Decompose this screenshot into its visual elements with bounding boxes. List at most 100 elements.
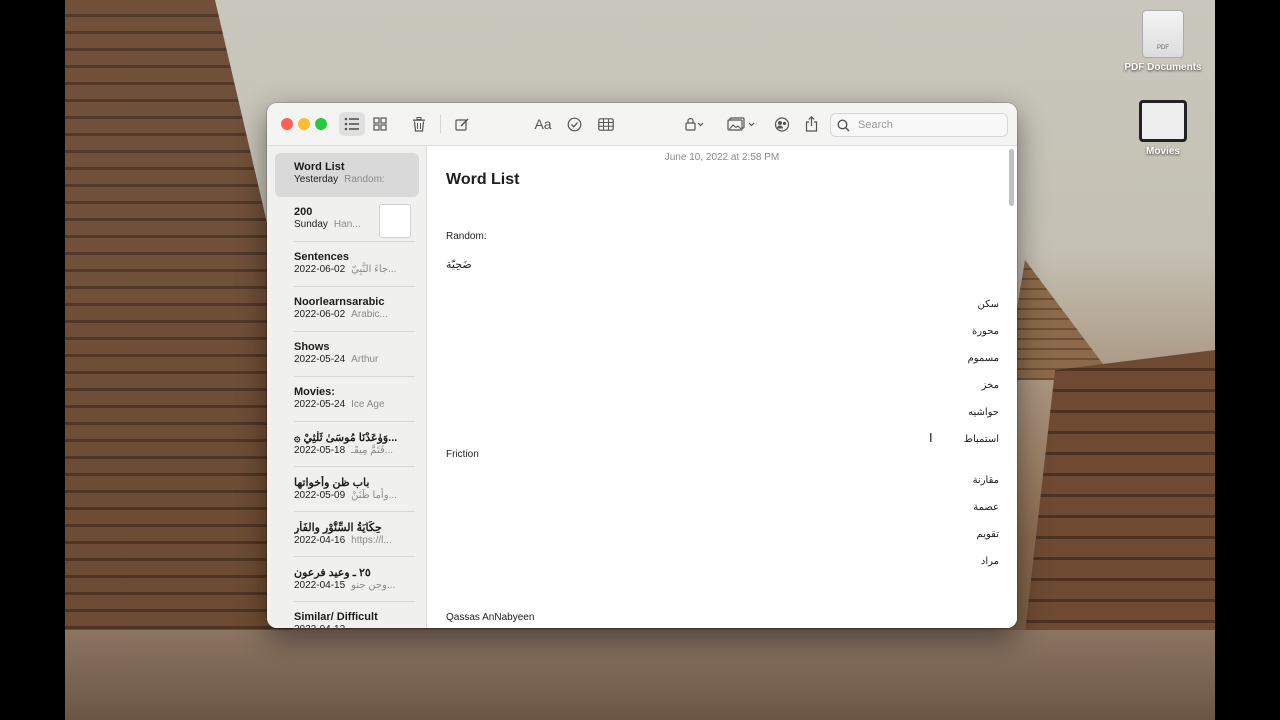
note-title: Movies:	[294, 386, 335, 398]
media-button[interactable]	[725, 112, 759, 136]
note-list-item[interactable]: ٢٥ ـ وعيد فرعون 2022-04-15 وجن جنو...	[275, 558, 419, 602]
note-preview: Han...	[333, 219, 361, 230]
close-button[interactable]	[281, 118, 293, 130]
desktop-icon-label: PDF Documents	[1124, 62, 1202, 73]
note-divider	[294, 331, 415, 332]
letterbox-left	[0, 0, 65, 720]
gallery-view-button[interactable]	[367, 112, 393, 136]
new-note-button[interactable]	[449, 112, 475, 136]
desktop-icon-pdf-documents[interactable]: PDF Documents	[1118, 10, 1208, 73]
note-preview: Random:	[344, 174, 385, 185]
note-list-item[interactable]: Noorlearnsarabic 2022-06-02 Arabic...	[275, 288, 419, 332]
toolbar: Aa	[267, 103, 1017, 146]
list-view-icon	[344, 117, 359, 131]
note-title: Sentences	[294, 251, 350, 263]
note-divider	[294, 286, 415, 287]
note-title: Similar/ Difficult	[294, 611, 378, 623]
note-title: ۞ وَوٰعَدْنَا مُوسَىٰ ثَلٰثِيْ...	[294, 432, 398, 444]
desktop-icon-movies[interactable]: Movies	[1118, 100, 1208, 157]
note-line: مراد	[980, 556, 999, 567]
media-icon	[727, 117, 755, 131]
note-line: عصمة	[973, 502, 999, 513]
table-button[interactable]	[593, 112, 619, 136]
notes-list: Word List Yesterday Random: 200 Sunday Han…	[267, 146, 427, 628]
note-title: Word List	[294, 161, 345, 173]
desktop-icon-label: Movies	[1146, 146, 1180, 157]
note-preview: فَتَمَّ مِيقَـ...	[351, 445, 394, 456]
note-list-item[interactable]: ۞ وَوٰعَدْنَا مُوسَىٰ ثَلٰثِيْ... 2022-0…	[275, 423, 419, 467]
note-meta: Yesterday Random:	[294, 174, 419, 185]
note-list-item[interactable]: باب ظن وأخواتها 2022-05-09 وأما ظَنَنْ...	[275, 468, 419, 512]
note-meta: 2022-04-12	[294, 624, 419, 628]
pdf-folder-icon	[1142, 10, 1184, 58]
note-divider	[294, 421, 415, 422]
editor-scrollbar[interactable]	[1009, 149, 1014, 206]
note-line: استمباط	[963, 434, 999, 445]
note-date: 2022-06-02	[294, 309, 346, 320]
note-date: 2022-06-02	[294, 264, 346, 275]
note-title: Shows	[294, 341, 330, 353]
search-icon	[837, 118, 850, 132]
note-divider	[294, 241, 415, 242]
note-list-item[interactable]: Similar/ Difficult 2022-04-12	[275, 603, 419, 628]
note-date: 2022-04-12	[294, 624, 345, 628]
toolbar-separator	[440, 115, 441, 133]
checklist-icon	[567, 117, 581, 131]
lock-icon	[685, 117, 704, 131]
note-preview: https://l...	[351, 535, 392, 546]
search-input[interactable]	[856, 118, 1000, 132]
note-preview: وأما ظَنَنْ...	[351, 490, 397, 501]
note-line: حواشيه	[968, 407, 999, 418]
note-list-item[interactable]: حِكَايَةُ السِّنُّوْرِ والفَأْرِ 2022-04…	[275, 513, 419, 557]
note-divider	[294, 556, 415, 557]
note-preview: Arthur	[351, 354, 379, 365]
wallpaper-ground	[65, 630, 1215, 720]
collaborate-button[interactable]	[769, 112, 795, 136]
compose-icon	[454, 117, 469, 131]
wallpaper-pyramid-right	[1005, 260, 1115, 380]
gallery-view-icon	[373, 117, 387, 131]
format-icon: Aa	[534, 116, 552, 132]
minimize-button[interactable]	[298, 118, 310, 130]
delete-button[interactable]	[406, 112, 432, 136]
list-view-button[interactable]	[339, 112, 365, 136]
note-meta: 2022-05-24 Arthur	[294, 354, 419, 365]
search-field[interactable]	[830, 113, 1008, 137]
note-timestamp: June 10, 2022 at 2:58 PM	[664, 152, 780, 163]
note-title: باب ظن وأخواتها	[294, 477, 370, 489]
note-line: Friction	[446, 449, 479, 460]
text-cursor-icon: I	[929, 430, 933, 445]
note-divider	[294, 511, 415, 512]
note-title: Noorlearnsarabic	[294, 296, 385, 308]
share-button[interactable]	[798, 112, 824, 136]
note-meta: 2022-05-18 فَتَمَّ مِيقَـ...	[294, 445, 419, 456]
note-date: 2022-05-09	[294, 490, 346, 501]
note-list-item[interactable]: Sentences 2022-06-02 جاءَ النَّبِيّ...	[275, 243, 419, 287]
note-meta: 2022-04-16 https://l...	[294, 535, 419, 546]
note-line: محورة	[971, 326, 999, 337]
note-preview: جاءَ النَّبِيّ...	[351, 264, 397, 275]
note-line: Random:	[446, 231, 487, 242]
movies-folder-icon	[1139, 100, 1187, 142]
note-meta: 2022-04-15 وجن جنو...	[294, 580, 419, 591]
note-line: مخز	[981, 380, 999, 391]
format-button[interactable]: Aa	[530, 112, 556, 136]
note-list-item[interactable]: Movies: 2022-05-24 Ice Age	[275, 378, 419, 422]
note-meta: 2022-05-09 وأما ظَنَنْ...	[294, 490, 419, 501]
zoom-button[interactable]	[315, 118, 327, 130]
checklist-button[interactable]	[561, 112, 587, 136]
note-line: مقارنة	[972, 475, 999, 486]
note-title: ٢٥ ـ وعيد فرعون	[294, 567, 371, 579]
note-divider	[294, 466, 415, 467]
note-editor[interactable]: June 10, 2022 at 2:58 PM Word List Rando…	[427, 146, 1017, 628]
note-preview: وجن جنو...	[351, 580, 396, 591]
note-date: 2022-04-15	[294, 580, 346, 591]
note-divider	[294, 601, 415, 602]
note-date: Yesterday	[294, 174, 339, 185]
note-line: مسموم	[967, 353, 999, 364]
note-heading: Word List	[446, 171, 520, 188]
lock-button[interactable]	[680, 112, 710, 136]
note-list-item[interactable]: Word List Yesterday Random:	[275, 153, 419, 197]
note-list-item[interactable]: 200 Sunday Han...	[275, 198, 419, 242]
note-list-item[interactable]: Shows 2022-05-24 Arthur	[275, 333, 419, 377]
